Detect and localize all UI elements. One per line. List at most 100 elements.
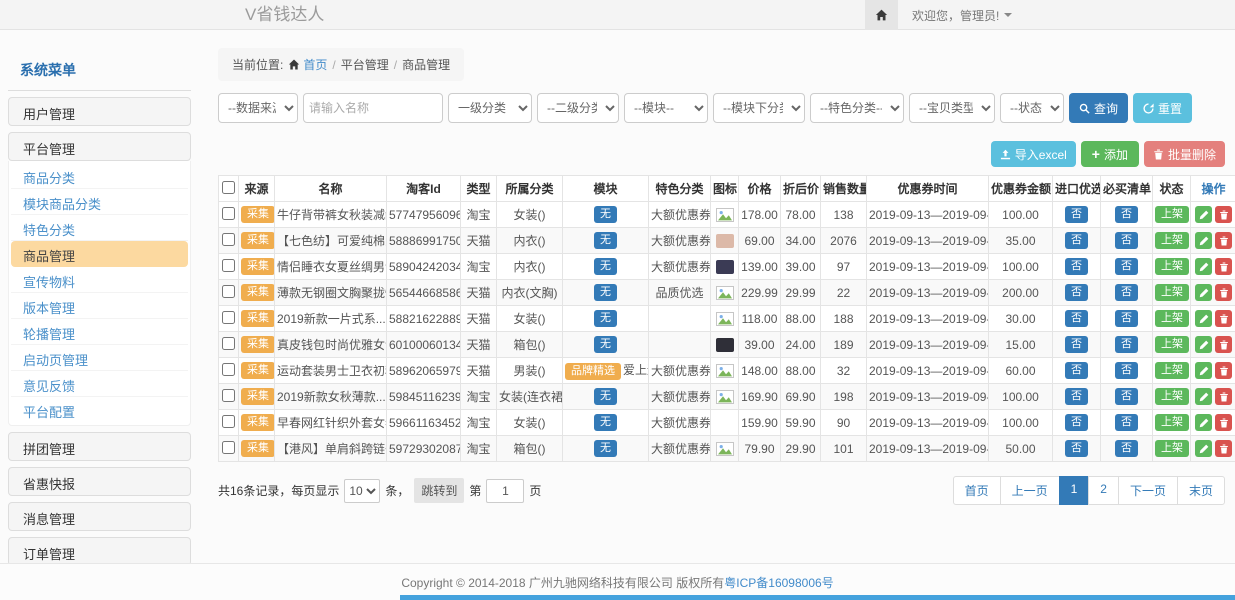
delete-button[interactable]: [1215, 336, 1232, 353]
sidebar-item-saving-express[interactable]: 省惠快报: [8, 467, 191, 496]
edit-button[interactable]: [1195, 440, 1212, 457]
page-number-input[interactable]: [486, 479, 524, 503]
delete-button[interactable]: [1215, 284, 1232, 301]
module-select[interactable]: --模块--: [624, 93, 708, 123]
import-toggle[interactable]: 否: [1065, 258, 1088, 275]
import-toggle[interactable]: 否: [1065, 310, 1088, 327]
pager-next[interactable]: 下一页: [1118, 476, 1178, 505]
feature-category-select[interactable]: --特色分类--: [810, 93, 904, 123]
edit-button[interactable]: [1195, 232, 1212, 249]
batch-delete-button[interactable]: 批量删除: [1144, 141, 1225, 167]
home-button[interactable]: [865, 0, 898, 30]
sidebar-item-product-category[interactable]: 商品分类: [11, 163, 188, 189]
import-toggle[interactable]: 否: [1065, 388, 1088, 405]
must-buy-toggle[interactable]: 否: [1115, 388, 1138, 405]
row-checkbox[interactable]: [222, 337, 235, 350]
must-buy-toggle[interactable]: 否: [1115, 440, 1138, 457]
pager-page-2[interactable]: 2: [1088, 476, 1119, 505]
status-badge[interactable]: 上架: [1155, 232, 1189, 249]
search-button[interactable]: 查询: [1069, 93, 1128, 123]
sidebar-item-feature-category[interactable]: 特色分类: [11, 215, 188, 241]
import-excel-button[interactable]: 导入excel: [991, 141, 1076, 167]
name-search-input[interactable]: [303, 93, 443, 123]
pager-prev[interactable]: 上一页: [1000, 476, 1060, 505]
sidebar-item-feedback[interactable]: 意见反馈: [11, 371, 188, 397]
data-source-select[interactable]: --数据来源--: [218, 93, 298, 123]
must-buy-toggle[interactable]: 否: [1115, 232, 1138, 249]
edit-button[interactable]: [1195, 362, 1212, 379]
row-checkbox[interactable]: [222, 285, 235, 298]
edit-button[interactable]: [1195, 284, 1212, 301]
edit-button[interactable]: [1195, 336, 1212, 353]
delete-button[interactable]: [1215, 232, 1232, 249]
status-badge[interactable]: 上架: [1155, 362, 1189, 379]
must-buy-toggle[interactable]: 否: [1115, 336, 1138, 353]
level2-category-select[interactable]: --二级分类--: [537, 93, 619, 123]
delete-button[interactable]: [1215, 310, 1232, 327]
row-checkbox[interactable]: [222, 363, 235, 376]
breadcrumb-home-link[interactable]: 首页: [288, 56, 327, 73]
import-toggle[interactable]: 否: [1065, 362, 1088, 379]
row-checkbox[interactable]: [222, 207, 235, 220]
import-toggle[interactable]: 否: [1065, 284, 1088, 301]
status-badge[interactable]: 上架: [1155, 336, 1189, 353]
icp-link[interactable]: 粤ICP备16098006号: [724, 574, 833, 591]
edit-button[interactable]: [1195, 206, 1212, 223]
import-toggle[interactable]: 否: [1065, 414, 1088, 431]
edit-button[interactable]: [1195, 388, 1212, 405]
delete-button[interactable]: [1215, 388, 1232, 405]
user-menu[interactable]: 欢迎您，管理员!: [912, 7, 1012, 24]
delete-button[interactable]: [1215, 258, 1232, 275]
sidebar-item-product-management-active[interactable]: 商品管理: [11, 241, 188, 267]
row-checkbox[interactable]: [222, 441, 235, 454]
level1-category-select[interactable]: 一级分类: [448, 93, 532, 123]
edit-button[interactable]: [1195, 258, 1212, 275]
sidebar-item-platform-management[interactable]: 平台管理: [8, 132, 191, 161]
must-buy-toggle[interactable]: 否: [1115, 310, 1138, 327]
status-badge[interactable]: 上架: [1155, 310, 1189, 327]
sidebar-item-platform-config[interactable]: 平台配置: [11, 397, 188, 423]
sidebar-item-splash-management[interactable]: 启动页管理: [11, 345, 188, 371]
row-checkbox[interactable]: [222, 389, 235, 402]
import-toggle[interactable]: 否: [1065, 232, 1088, 249]
pager-last[interactable]: 末页: [1177, 476, 1225, 505]
item-type-select[interactable]: --宝贝类型--: [909, 93, 995, 123]
edit-button[interactable]: [1195, 310, 1212, 327]
sidebar-item-version-management[interactable]: 版本管理: [11, 293, 188, 319]
status-select[interactable]: --状态--: [1000, 93, 1064, 123]
status-badge[interactable]: 上架: [1155, 284, 1189, 301]
must-buy-toggle[interactable]: 否: [1115, 206, 1138, 223]
select-all-checkbox[interactable]: [222, 181, 235, 194]
status-badge[interactable]: 上架: [1155, 206, 1189, 223]
module-sub-select[interactable]: --模块下分类--: [713, 93, 805, 123]
sidebar-item-promo-material[interactable]: 宣传物料: [11, 267, 188, 293]
must-buy-toggle[interactable]: 否: [1115, 362, 1138, 379]
jump-button[interactable]: 跳转到: [414, 478, 464, 503]
sidebar-item-message-management[interactable]: 消息管理: [8, 502, 191, 531]
must-buy-toggle[interactable]: 否: [1115, 284, 1138, 301]
delete-button[interactable]: [1215, 206, 1232, 223]
edit-button[interactable]: [1195, 414, 1212, 431]
status-badge[interactable]: 上架: [1155, 440, 1189, 457]
sidebar-item-order-management[interactable]: 订单管理: [8, 537, 191, 566]
sidebar-item-user-management[interactable]: 用户管理: [8, 97, 191, 126]
reset-button[interactable]: 重置: [1133, 93, 1192, 123]
import-toggle[interactable]: 否: [1065, 440, 1088, 457]
delete-button[interactable]: [1215, 414, 1232, 431]
delete-button[interactable]: [1215, 362, 1232, 379]
row-checkbox[interactable]: [222, 233, 235, 246]
pager-page-1[interactable]: 1: [1059, 476, 1090, 505]
row-checkbox[interactable]: [222, 311, 235, 324]
row-checkbox[interactable]: [222, 259, 235, 272]
page-size-select[interactable]: 10: [344, 479, 380, 503]
sidebar-item-module-product-category[interactable]: 模块商品分类: [11, 189, 188, 215]
status-badge[interactable]: 上架: [1155, 414, 1189, 431]
import-toggle[interactable]: 否: [1065, 206, 1088, 223]
must-buy-toggle[interactable]: 否: [1115, 414, 1138, 431]
add-button[interactable]: + 添加: [1081, 141, 1139, 167]
import-toggle[interactable]: 否: [1065, 336, 1088, 353]
sidebar-item-group-buy[interactable]: 拼团管理: [8, 432, 191, 461]
status-badge[interactable]: 上架: [1155, 388, 1189, 405]
pager-first[interactable]: 首页: [953, 476, 1001, 505]
must-buy-toggle[interactable]: 否: [1115, 258, 1138, 275]
